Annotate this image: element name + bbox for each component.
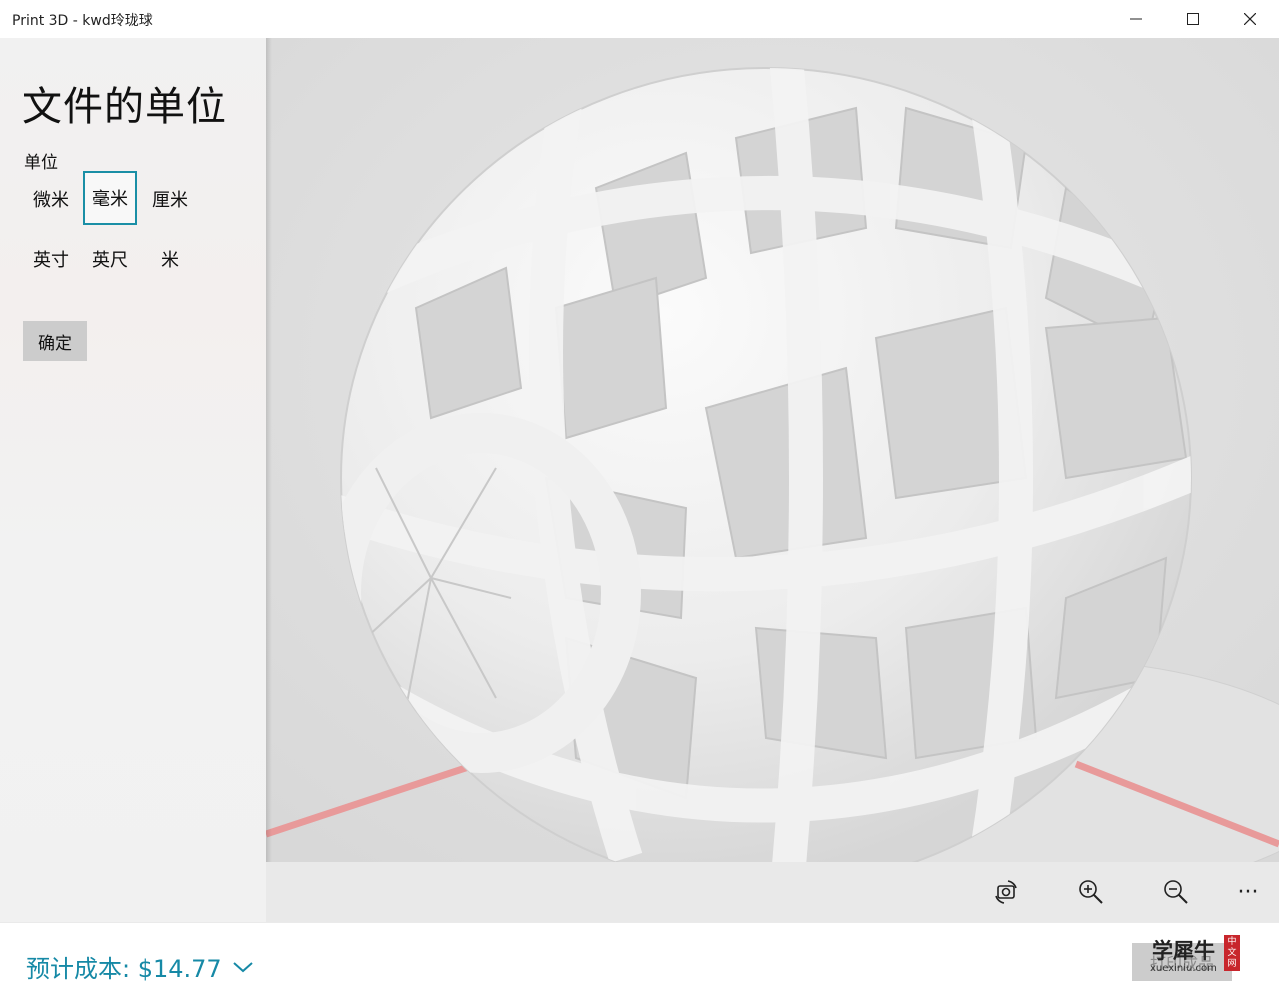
unit-label: 单位 <box>24 153 58 173</box>
more-button[interactable]: ··· <box>1226 872 1270 912</box>
model-3d-render <box>266 38 1279 862</box>
zoom-out-button[interactable] <box>1154 872 1198 912</box>
maximize-icon <box>1186 13 1199 25</box>
watermark-brand: 学犀牛 <box>1152 938 1215 963</box>
zoom-out-icon <box>1164 880 1188 904</box>
units-panel: 文件的单位 单位 微米 毫米 厘米 英寸 英尺 米 确定 <box>0 38 266 922</box>
maximize-button[interactable] <box>1164 0 1221 38</box>
title-bar: Print 3D - kwd玲珑球 <box>0 0 1279 38</box>
reset-view-icon <box>995 880 1017 904</box>
watermark-seal: 中文网 <box>1224 935 1240 971</box>
minimize-icon <box>1129 18 1142 20</box>
zoom-in-button[interactable] <box>1069 872 1113 912</box>
window-title: Print 3D - kwd玲珑球 <box>12 13 153 29</box>
estimated-cost-label: 预计成本: $14.77 <box>26 955 222 983</box>
zoom-in-icon <box>1079 880 1103 904</box>
chevron-down-icon <box>233 961 253 972</box>
close-icon <box>1243 13 1256 25</box>
unit-option-micrometer[interactable]: 微米 <box>24 172 78 226</box>
minimize-button[interactable] <box>1107 0 1164 38</box>
view-toolbar: ··· <box>266 862 1279 922</box>
estimated-cost-dropdown[interactable]: 预计成本: $14.77 <box>26 949 254 984</box>
unit-option-millimeter[interactable]: 毫米 <box>83 171 137 225</box>
unit-option-centimeter[interactable]: 厘米 <box>143 172 197 226</box>
bottom-bar: 预计成本: $14.77 打印成品 学犀牛 xuexiniu.com 中文网 <box>0 922 1279 1001</box>
confirm-button[interactable]: 确定 <box>23 321 87 361</box>
watermark-domain: xuexiniu.com <box>1150 963 1217 974</box>
watermark-logo: 学犀牛 xuexiniu.com 中文网 <box>1148 933 1244 979</box>
unit-option-inch[interactable]: 英寸 <box>24 232 78 286</box>
unit-option-meter[interactable]: 米 <box>143 232 197 286</box>
model-viewport[interactable] <box>266 38 1279 862</box>
panel-title: 文件的单位 <box>22 84 227 130</box>
more-icon: ··· <box>1237 879 1259 905</box>
close-button[interactable] <box>1221 0 1278 38</box>
panel-divider <box>266 38 272 922</box>
unit-option-foot[interactable]: 英尺 <box>83 232 137 286</box>
reset-view-button[interactable] <box>984 872 1028 912</box>
